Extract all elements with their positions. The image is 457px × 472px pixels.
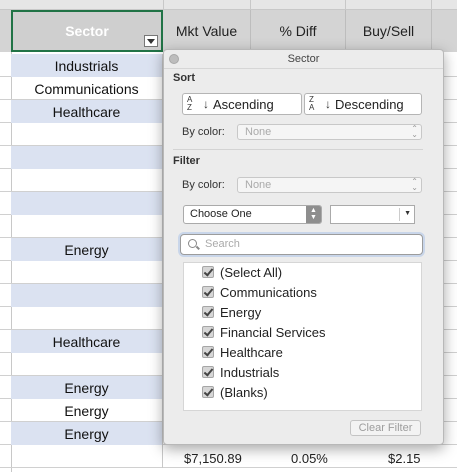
filter-by-color-value: None bbox=[245, 179, 272, 191]
bottom-buy-sell[interactable]: $2.15 bbox=[388, 451, 421, 472]
sector-cell[interactable]: Healthcare bbox=[11, 100, 163, 123]
filter-list-item[interactable]: Financial Services bbox=[202, 323, 326, 341]
checkbox-checked-icon[interactable] bbox=[202, 386, 214, 398]
column-divider bbox=[345, 0, 346, 9]
checkbox-checked-icon[interactable] bbox=[202, 346, 214, 358]
buy-sell-header-label: Buy/Sell bbox=[362, 23, 415, 39]
checkbox-checked-icon[interactable] bbox=[202, 266, 214, 278]
sort-za-icon: ZA bbox=[309, 95, 315, 112]
filter-item-label: (Select All) bbox=[220, 264, 283, 280]
sector-header-label: Sector bbox=[65, 23, 109, 39]
sector-cell[interactable]: Energy bbox=[11, 238, 163, 261]
combo-divider bbox=[399, 208, 400, 221]
popup-title: Sector bbox=[287, 53, 320, 65]
condition-select-value: Choose One bbox=[190, 208, 252, 220]
sort-by-color-select[interactable]: None ⌃ ⌄ bbox=[237, 124, 422, 140]
column-divider bbox=[163, 0, 164, 9]
column-divider bbox=[250, 0, 251, 9]
arrow-down-icon: ↓ bbox=[203, 97, 209, 111]
up-down-chevron-icon: ⌃ ⌄ bbox=[411, 124, 418, 139]
sector-header-cell[interactable]: Sector bbox=[11, 10, 163, 52]
filter-by-color-select[interactable]: None ⌃ ⌄ bbox=[237, 177, 422, 193]
sector-cell[interactable]: Energy bbox=[11, 422, 163, 445]
filter-item-label: Healthcare bbox=[220, 344, 283, 360]
condition-select[interactable]: Choose One ▲ ▼ bbox=[183, 205, 322, 224]
popup-titlebar: Sector bbox=[164, 50, 443, 69]
sector-cell[interactable] bbox=[11, 192, 163, 215]
bottom-pct-diff[interactable]: 0.05% bbox=[291, 451, 328, 472]
sector-cell[interactable] bbox=[11, 261, 163, 284]
condition-value-combo[interactable]: ▼ bbox=[330, 205, 415, 224]
column-header-bar bbox=[0, 0, 457, 10]
sector-cell[interactable] bbox=[11, 169, 163, 192]
divider bbox=[173, 149, 423, 150]
descending-label: Descending bbox=[335, 96, 404, 112]
filter-item-label: (Blanks) bbox=[220, 384, 268, 400]
filter-list-item[interactable]: Healthcare bbox=[202, 343, 283, 361]
search-input[interactable]: Search bbox=[180, 234, 423, 255]
filter-by-color-label: By color: bbox=[182, 179, 225, 191]
sector-cell[interactable] bbox=[11, 146, 163, 169]
filter-item-label: Financial Services bbox=[220, 324, 326, 340]
filter-list-item[interactable]: Industrials bbox=[202, 363, 279, 381]
sector-cell[interactable] bbox=[11, 215, 163, 238]
filter-list-item[interactable]: Communications bbox=[202, 283, 317, 301]
sector-cell[interactable]: Energy bbox=[11, 376, 163, 399]
column-divider bbox=[431, 0, 432, 9]
sector-cell[interactable]: Healthcare bbox=[11, 330, 163, 353]
mkt-value-header-label: Mkt Value bbox=[175, 23, 238, 39]
close-icon[interactable] bbox=[169, 54, 179, 64]
sector-cell[interactable]: Industrials bbox=[11, 54, 163, 77]
sector-cell[interactable] bbox=[11, 445, 163, 468]
pct-diff-header-label: % Diff bbox=[279, 23, 317, 39]
filter-list-item[interactable]: (Select All) bbox=[202, 263, 282, 281]
filter-item-label: Energy bbox=[220, 304, 262, 320]
sort-ascending-button[interactable]: AZ ↓ Ascending bbox=[182, 93, 302, 115]
checkbox-checked-icon[interactable] bbox=[202, 366, 214, 378]
checkbox-checked-icon[interactable] bbox=[202, 326, 214, 338]
checkbox-checked-icon[interactable] bbox=[202, 286, 214, 298]
filter-popup: Sector Sort AZ ↓ Ascending ZA ↓ Descendi… bbox=[163, 49, 444, 445]
clear-filter-button[interactable]: Clear Filter bbox=[350, 420, 421, 436]
sector-cell[interactable]: Energy bbox=[11, 399, 163, 422]
checkbox-checked-icon[interactable] bbox=[202, 306, 214, 318]
sort-by-color-value: None bbox=[245, 126, 272, 138]
pct-diff-header-cell[interactable]: % Diff bbox=[251, 10, 346, 52]
up-down-chevron-icon: ▲ ▼ bbox=[306, 206, 321, 223]
filter-dropdown-button[interactable] bbox=[144, 35, 158, 47]
filter-list-item[interactable]: (Blanks) bbox=[202, 383, 268, 401]
up-down-chevron-icon: ⌃ ⌄ bbox=[411, 177, 418, 192]
sector-cell[interactable] bbox=[11, 307, 163, 330]
chevron-down-icon bbox=[147, 38, 155, 44]
chevron-down-icon[interactable]: ▼ bbox=[404, 210, 411, 217]
sort-by-color-label: By color: bbox=[182, 126, 225, 138]
sort-section-title: Sort bbox=[173, 72, 195, 84]
filter-section-title: Filter bbox=[173, 155, 200, 167]
sector-cell[interactable] bbox=[11, 123, 163, 146]
bottom-mkt-value[interactable]: $7,150.89 bbox=[184, 451, 242, 472]
search-placeholder: Search bbox=[205, 238, 240, 250]
sector-cell[interactable]: Communications bbox=[11, 77, 163, 100]
sort-az-icon: AZ bbox=[187, 95, 193, 112]
filter-item-label: Industrials bbox=[220, 364, 280, 380]
search-icon bbox=[188, 239, 197, 248]
arrow-down-icon: ↓ bbox=[325, 97, 331, 111]
filter-item-label: Communications bbox=[220, 284, 317, 300]
sort-descending-button[interactable]: ZA ↓ Descending bbox=[304, 93, 422, 115]
ascending-label: Ascending bbox=[213, 96, 274, 112]
mkt-value-header-cell[interactable]: Mkt Value bbox=[163, 10, 251, 52]
filter-list-item[interactable]: Energy bbox=[202, 303, 261, 321]
buy-sell-header-cell[interactable]: Buy/Sell bbox=[346, 10, 432, 52]
sector-cell[interactable] bbox=[11, 353, 163, 376]
sector-cell[interactable] bbox=[11, 284, 163, 307]
